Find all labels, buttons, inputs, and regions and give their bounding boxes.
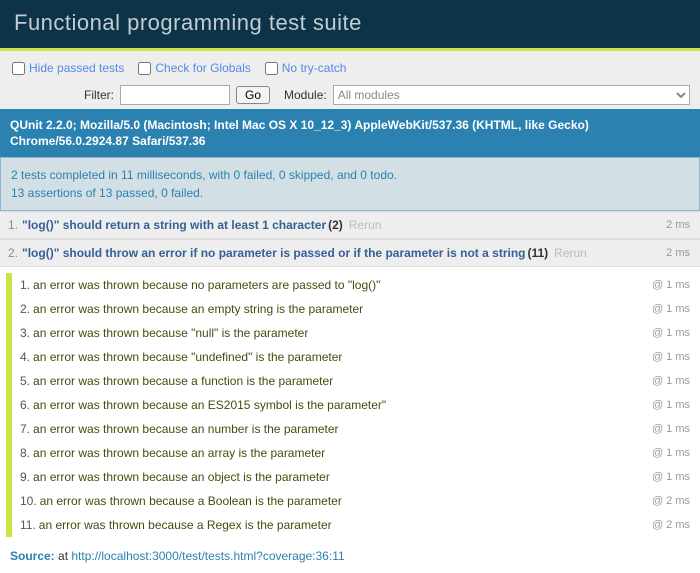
test-assertion-count: (11) <box>527 246 548 260</box>
check-globals-input[interactable] <box>138 62 151 75</box>
assertion-row: 10. an error was thrown because a Boolea… <box>18 489 694 513</box>
assertion-time: @ 1 ms <box>652 447 690 459</box>
assertion-time: @ 1 ms <box>652 471 690 483</box>
assertion-message: an error was thrown because a Regex is t… <box>39 518 644 532</box>
assertion-message: an error was thrown because an ES2015 sy… <box>33 398 644 412</box>
check-globals-checkbox[interactable]: Check for Globals <box>138 61 250 75</box>
assertion-message: an error was thrown because a function i… <box>33 374 644 388</box>
page-title: Functional programming test suite <box>0 0 700 51</box>
user-agent: QUnit 2.2.0; Mozilla/5.0 (Macintosh; Int… <box>0 109 700 157</box>
test-title: "log()" should throw an error if no para… <box>22 246 525 260</box>
assertion-row: 8. an error was thrown because an array … <box>18 441 694 465</box>
assertion-message: an error was thrown because "null" is th… <box>33 326 644 340</box>
assertion-row: 3. an error was thrown because "null" is… <box>18 321 694 345</box>
assertion-row: 4. an error was thrown because "undefine… <box>18 345 694 369</box>
rerun-link[interactable]: Rerun <box>554 246 587 260</box>
assertion-time: @ 1 ms <box>652 327 690 339</box>
assertion-row: 6. an error was thrown because an ES2015… <box>18 393 694 417</box>
assertion-time: @ 2 ms <box>652 519 690 531</box>
test-number: 2. <box>8 246 18 260</box>
assertion-message: an error was thrown because "undefined" … <box>33 350 644 364</box>
assertion-message: an error was thrown because a Boolean is… <box>40 494 644 508</box>
assertion-time: @ 1 ms <box>652 399 690 411</box>
assertion-index: 10. <box>20 494 37 508</box>
assertion-index: 7. <box>20 422 30 436</box>
test-title: "log()" should return a string with at l… <box>22 218 326 232</box>
assertion-time: @ 1 ms <box>652 279 690 291</box>
test-assertion-count: (2) <box>328 218 343 232</box>
assertion-index: 5. <box>20 374 30 388</box>
assertion-index: 4. <box>20 350 30 364</box>
assertion-index: 8. <box>20 446 30 460</box>
source-prefix: at <box>58 549 71 563</box>
assertion-row: 11. an error was thrown because a Regex … <box>18 513 694 537</box>
assertion-list: 1. an error was thrown because no parame… <box>6 273 694 537</box>
assertion-row: 7. an error was thrown because an number… <box>18 417 694 441</box>
assertion-row: 2. an error was thrown because an empty … <box>18 297 694 321</box>
assertion-message: an error was thrown because an object is… <box>33 470 644 484</box>
filter-label: Filter: <box>10 88 114 102</box>
test-summary: 2 tests completed in 11 milliseconds, wi… <box>0 157 700 211</box>
assertion-row: 1. an error was thrown because no parame… <box>18 273 694 297</box>
assertion-message: an error was thrown because an number is… <box>33 422 644 436</box>
filter-input[interactable] <box>120 85 230 105</box>
filter-go-button[interactable]: Go <box>236 86 270 104</box>
assertion-message: an error was thrown because an empty str… <box>33 302 644 316</box>
no-trycatch-label: No try-catch <box>282 61 347 75</box>
check-globals-label: Check for Globals <box>155 61 250 75</box>
assertion-row: 5. an error was thrown because a functio… <box>18 369 694 393</box>
toolbar: Hide passed tests Check for Globals No t… <box>0 51 700 109</box>
assertion-index: 3. <box>20 326 30 340</box>
assertion-index: 6. <box>20 398 30 412</box>
hide-passed-checkbox[interactable]: Hide passed tests <box>12 61 124 75</box>
assertion-row: 9. an error was thrown because an object… <box>18 465 694 489</box>
test-list: 1. "log()" should return a string with at… <box>0 211 700 543</box>
test-duration: 2 ms <box>666 247 690 259</box>
source-label: Source: <box>10 549 55 563</box>
assertion-index: 11. <box>20 518 36 532</box>
summary-line-1: 2 tests completed in 11 milliseconds, wi… <box>11 166 689 184</box>
assertion-index: 2. <box>20 302 30 316</box>
assertion-time: @ 1 ms <box>652 303 690 315</box>
assertion-time: @ 1 ms <box>652 375 690 387</box>
assertion-index: 1. <box>20 278 30 292</box>
test-header[interactable]: 2. "log()" should throw an error if no pa… <box>0 239 700 267</box>
hide-passed-label: Hide passed tests <box>29 61 124 75</box>
no-trycatch-checkbox[interactable]: No try-catch <box>265 61 347 75</box>
test-duration: 2 ms <box>666 219 690 231</box>
test-header[interactable]: 1. "log()" should return a string with at… <box>0 211 700 239</box>
hide-passed-input[interactable] <box>12 62 25 75</box>
assertion-time: @ 2 ms <box>652 495 690 507</box>
assertion-message: an error was thrown because an array is … <box>33 446 644 460</box>
test-body: 1. an error was thrown because no parame… <box>0 267 700 543</box>
module-select[interactable]: All modules <box>333 85 690 105</box>
source-line: Source: at http://localhost:3000/test/te… <box>0 543 700 573</box>
assertion-time: @ 1 ms <box>652 351 690 363</box>
source-url[interactable]: http://localhost:3000/test/tests.html?co… <box>71 549 344 563</box>
test-number: 1. <box>8 218 18 232</box>
summary-line-2: 13 assertions of 13 passed, 0 failed. <box>11 184 689 202</box>
assertion-message: an error was thrown because no parameter… <box>33 278 644 292</box>
assertion-index: 9. <box>20 470 30 484</box>
assertion-time: @ 1 ms <box>652 423 690 435</box>
rerun-link[interactable]: Rerun <box>349 218 382 232</box>
module-label: Module: <box>284 88 327 102</box>
no-trycatch-input[interactable] <box>265 62 278 75</box>
